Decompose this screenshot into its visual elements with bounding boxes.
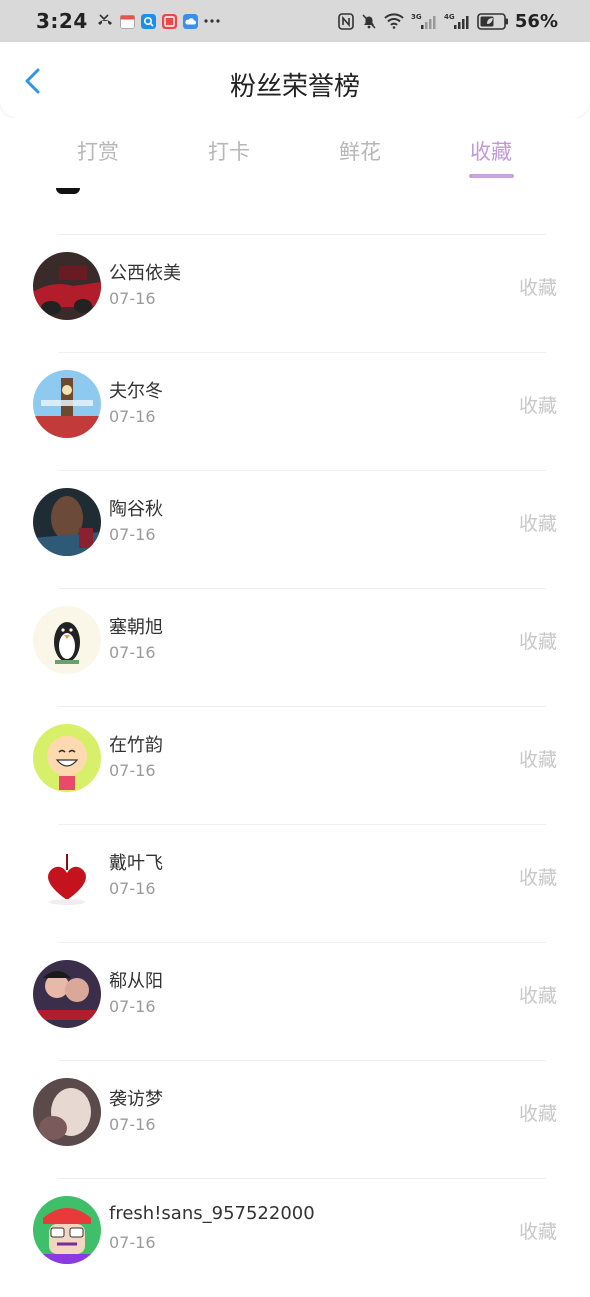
fan-action: 收藏	[518, 395, 557, 417]
status-time: 3:24	[36, 9, 88, 33]
fan-action: 收藏	[518, 985, 557, 1007]
london-clock-avatar-icon	[33, 370, 101, 438]
tab-bar: 打赏 打卡 鲜花 收藏	[0, 118, 590, 188]
wifi-icon	[384, 13, 404, 29]
search-app-icon	[140, 13, 156, 29]
avatar	[33, 488, 101, 556]
avatar	[33, 252, 101, 320]
fan-name: fresh!sans_957522000	[109, 1203, 315, 1224]
fan-action: 收藏	[518, 867, 557, 889]
list-item[interactable]: 塞朝旭 07-16 收藏	[0, 589, 590, 707]
svg-text:4G: 4G	[444, 13, 455, 21]
list-item[interactable]: 戴叶飞 07-16 收藏	[0, 825, 590, 943]
mute-bell-icon	[361, 13, 377, 30]
avatar	[33, 606, 101, 674]
list-item[interactable]: 郗从阳 07-16 收藏	[0, 943, 590, 1061]
fan-action: 收藏	[518, 277, 557, 299]
tab-favorites[interactable]: 收藏	[441, 136, 541, 166]
soft-photo-avatar-icon	[33, 1078, 101, 1146]
battery-percent: 56%	[514, 10, 558, 32]
avatar-partial	[56, 188, 80, 194]
page-header: 粉丝荣誉榜	[0, 42, 590, 118]
calendar-app-icon	[119, 14, 135, 29]
avatar	[33, 1078, 101, 1146]
fan-name: 陶谷秋	[109, 499, 163, 520]
avatar	[33, 1196, 101, 1264]
fan-action: 收藏	[518, 1221, 557, 1243]
avatar	[33, 960, 101, 1028]
cartoon-character-avatar-icon	[33, 1196, 101, 1264]
list-item[interactable]: 袭访梦 07-16 收藏	[0, 1061, 590, 1179]
fan-date: 07-16	[109, 1115, 156, 1134]
nfc-icon	[338, 12, 354, 30]
missed-call-icon	[96, 14, 114, 28]
couple-photo-avatar-icon	[33, 960, 101, 1028]
more-notifications-icon	[204, 18, 220, 24]
battery-icon	[477, 12, 509, 30]
status-bar: 3:24 3G 4G 56%	[0, 0, 590, 42]
list-item[interactable]: 夫尔冬 07-16 收藏	[0, 353, 590, 471]
fan-name: 郗从阳	[109, 971, 163, 992]
fan-action: 收藏	[518, 631, 557, 653]
list-item[interactable]: 公西依美 07-16 收藏	[0, 235, 590, 353]
fan-date: 07-16	[109, 407, 156, 426]
avatar	[33, 842, 101, 910]
fan-name: 夫尔冬	[109, 381, 163, 402]
page-title: 粉丝荣誉榜	[229, 72, 360, 102]
cloud-app-icon	[182, 13, 198, 29]
list-item[interactable]: fresh!sans_957522000 07-16 收藏	[0, 1179, 590, 1297]
fan-action: 收藏	[518, 749, 557, 771]
fan-name: 戴叶飞	[109, 853, 163, 874]
dark-photo-avatar-icon	[33, 488, 101, 556]
fan-list[interactable]: 公西依美 07-16 收藏 夫尔冬 07-16 收藏 陶谷秋 07-16 收藏 …	[0, 188, 590, 1264]
signal-4g-icon: 4G	[444, 12, 470, 30]
signal-3g-icon: 3G	[411, 12, 437, 30]
red-heart-avatar-icon	[33, 842, 101, 910]
smiley-cartoon-avatar-icon	[33, 724, 101, 792]
red-car-avatar-icon	[33, 252, 101, 320]
fan-name: 塞朝旭	[109, 617, 163, 638]
fan-date: 07-16	[109, 643, 156, 662]
list-item[interactable]: 陶谷秋 07-16 收藏	[0, 471, 590, 589]
fan-name: 在竹韵	[109, 735, 163, 756]
avatar	[33, 370, 101, 438]
fan-action: 收藏	[518, 1103, 557, 1125]
tab-checkin[interactable]: 打卡	[179, 136, 279, 166]
penguin-avatar-icon	[33, 606, 101, 674]
fan-date: 07-16	[109, 525, 156, 544]
fan-date: 07-16	[109, 879, 156, 898]
avatar	[33, 724, 101, 792]
tab-tip[interactable]: 打赏	[48, 136, 148, 166]
active-tab-indicator	[469, 174, 514, 178]
fan-date: 07-16	[109, 761, 156, 780]
fan-action: 收藏	[518, 513, 557, 535]
fan-date: 07-16	[109, 1233, 156, 1252]
fan-date: 07-16	[109, 997, 156, 1016]
notes-app-icon	[161, 13, 177, 29]
svg-text:3G: 3G	[411, 13, 422, 21]
list-item[interactable]: 在竹韵 07-16 收藏	[0, 707, 590, 825]
tab-flowers[interactable]: 鲜花	[310, 136, 410, 166]
fan-date: 07-16	[109, 289, 156, 308]
list-item-partial	[0, 188, 590, 198]
fan-name: 公西依美	[109, 263, 181, 284]
fan-name: 袭访梦	[109, 1089, 163, 1110]
